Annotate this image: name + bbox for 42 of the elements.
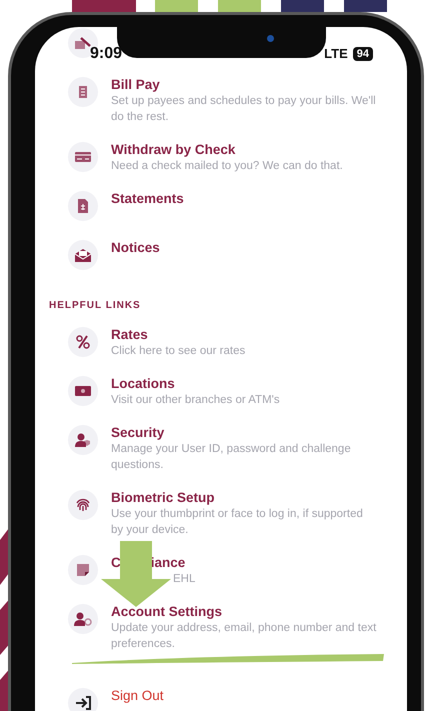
check-pen-icon	[75, 36, 91, 50]
item-title[interactable]: Biometric Setup	[111, 490, 377, 506]
menu-icon	[76, 498, 90, 512]
menu-icon	[76, 335, 90, 349]
network-label: LTE	[324, 46, 348, 61]
menu-icon	[76, 563, 90, 577]
color-bar	[344, 0, 387, 12]
color-bar	[281, 0, 324, 12]
item-title[interactable]: Statements	[111, 191, 377, 207]
item-description: Set up payees and schedules to pay your bills. We'll do the rest.	[111, 94, 377, 125]
item-title[interactable]: C	[111, 555, 121, 570]
item-description: Update your address, email, phone number and text preferences.	[111, 621, 377, 652]
menu-icon	[75, 385, 91, 397]
item-description: Need a check mailed to you? We can do that.	[111, 159, 344, 174]
sign-out-icon	[75, 696, 91, 710]
item-description: Use your thumbprint or face to log in, if supported by your device.	[111, 507, 364, 538]
color-bar	[72, 0, 136, 12]
item-title[interactable]: Security	[111, 425, 377, 441]
item-title[interactable]: Locations	[111, 376, 377, 392]
item-description: EHL	[172, 572, 196, 587]
status-time: 9:09	[90, 45, 122, 63]
menu-icon	[75, 248, 91, 262]
menu-icon	[75, 433, 91, 447]
item-description: Click here to see our rates	[111, 344, 246, 359]
menu-icon	[76, 85, 90, 99]
item-title[interactable]: iance	[150, 555, 186, 570]
menu-icon	[74, 612, 92, 626]
sign-out-link[interactable]: Sign Out	[111, 688, 377, 704]
item-description: Visit our other branches or ATM's	[111, 393, 281, 408]
item-description: Manage your User ID, password and challenge questions.	[111, 442, 352, 473]
menu-icon	[77, 199, 89, 213]
battery-level: 94	[352, 46, 373, 60]
color-bar	[218, 0, 261, 12]
item-title[interactable]: Rates	[111, 327, 377, 343]
section-header: HELPFUL LINKS	[49, 299, 141, 313]
color-bar	[155, 0, 198, 12]
item-title[interactable]: Notices	[111, 240, 377, 256]
item-title[interactable]: Bill Pay	[111, 77, 377, 93]
menu-icon	[75, 151, 91, 163]
item-title[interactable]: Account Settings	[111, 604, 377, 620]
item-title[interactable]: Withdraw by Check	[111, 142, 377, 158]
camera-dot	[267, 35, 274, 42]
